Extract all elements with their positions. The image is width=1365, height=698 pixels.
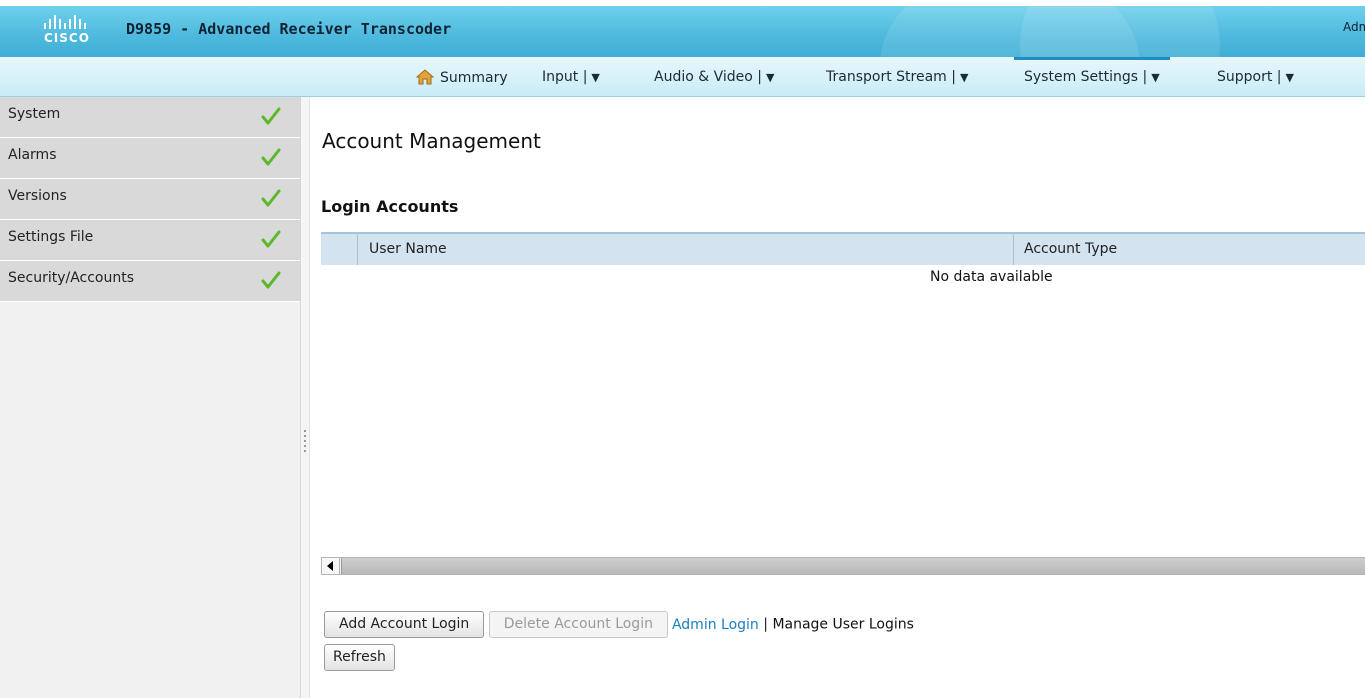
nav-audio-video-label: Audio & Video | [654,69,763,85]
cisco-logo: CISCO [44,15,120,49]
scroll-left-icon[interactable] [322,558,340,574]
cisco-logo-text: CISCO [44,31,90,45]
main-content: Account Management Login Accounts User N… [310,97,1365,698]
page-title: Account Management [322,129,541,153]
link-separator: | [763,616,768,633]
sidebar-item-label: Versions [8,188,67,204]
sidebar-item-system[interactable]: System [0,97,300,138]
app-title: D9859 - Advanced Receiver Transcoder [126,20,452,38]
check-icon [261,188,281,212]
chevron-down-icon: ▼ [1285,71,1294,84]
nav-support-label: Support | [1217,69,1282,85]
sidebar-item-label: Security/Accounts [8,270,135,286]
empty-table-message: No data available [930,269,1053,285]
horizontal-scrollbar[interactable] [321,557,1365,575]
sidebar-item-versions[interactable]: Versions [0,179,300,220]
nav-system-settings[interactable]: System Settings | ▼ [1014,57,1170,85]
manage-user-logins-label: Manage User Logins [772,616,914,633]
nav-summary-label: Summary [440,70,508,86]
nav-input[interactable]: Input | ▼ [542,69,600,85]
nav-support[interactable]: Support | ▼ [1217,69,1294,85]
add-account-login-button[interactable]: Add Account Login [324,611,485,638]
sidebar-item-label: System [8,106,61,122]
sidebar-item-alarms[interactable]: Alarms [0,138,300,179]
main-nav: Summary Input | ▼ Audio & Video | ▼ Transp… [0,57,1365,97]
check-icon [261,147,281,171]
sidebar-splitter[interactable] [301,97,310,698]
nav-input-label: Input | [542,69,588,85]
nav-summary[interactable]: Summary [415,69,508,89]
accounts-table-header: User Name Account Type [321,232,1365,265]
scrollbar-thumb[interactable] [341,558,1365,574]
sidebar-item-label: Settings File [8,229,94,245]
chevron-down-icon: ▼ [959,71,969,84]
column-header-user-name[interactable]: User Name [369,241,447,257]
account-actions: Add Account Login Delete Account Login Ad… [324,611,914,638]
select-column-header[interactable] [321,234,358,265]
column-header-account-type[interactable]: Account Type [1024,241,1117,257]
chevron-down-icon: ▼ [1151,71,1160,84]
chevron-down-icon: ▼ [766,71,775,84]
check-icon [261,229,281,253]
cisco-logo-bars [44,15,120,29]
section-title: Login Accounts [321,197,459,216]
refresh-actions: Refresh [324,644,395,671]
user-label[interactable]: Adm [1343,20,1365,34]
admin-login-link[interactable]: Admin Login [672,617,759,633]
column-divider[interactable] [1013,234,1014,265]
refresh-button[interactable]: Refresh [324,644,395,671]
delete-account-login-button[interactable]: Delete Account Login [488,611,668,638]
chevron-down-icon: ▼ [591,71,600,84]
check-icon [261,106,281,130]
check-icon [261,270,281,294]
sidebar-item-security-accounts[interactable]: Security/Accounts [0,261,300,302]
sidebar: System Alarms Versions Settings File Sec… [0,97,301,698]
home-icon [415,69,435,89]
splitter-grip-icon [304,430,306,452]
nav-transport-stream-label: Transport Stream | [826,69,956,85]
app-header: CISCO D9859 - Advanced Receiver Transcod… [0,0,1365,166]
nav-audio-video[interactable]: Audio & Video | ▼ [654,69,774,85]
sidebar-item-label: Alarms [8,147,57,163]
nav-system-settings-label: System Settings | [1024,69,1148,85]
sidebar-item-settings-file[interactable]: Settings File [0,220,300,261]
nav-transport-stream[interactable]: Transport Stream | ▼ [826,69,968,85]
